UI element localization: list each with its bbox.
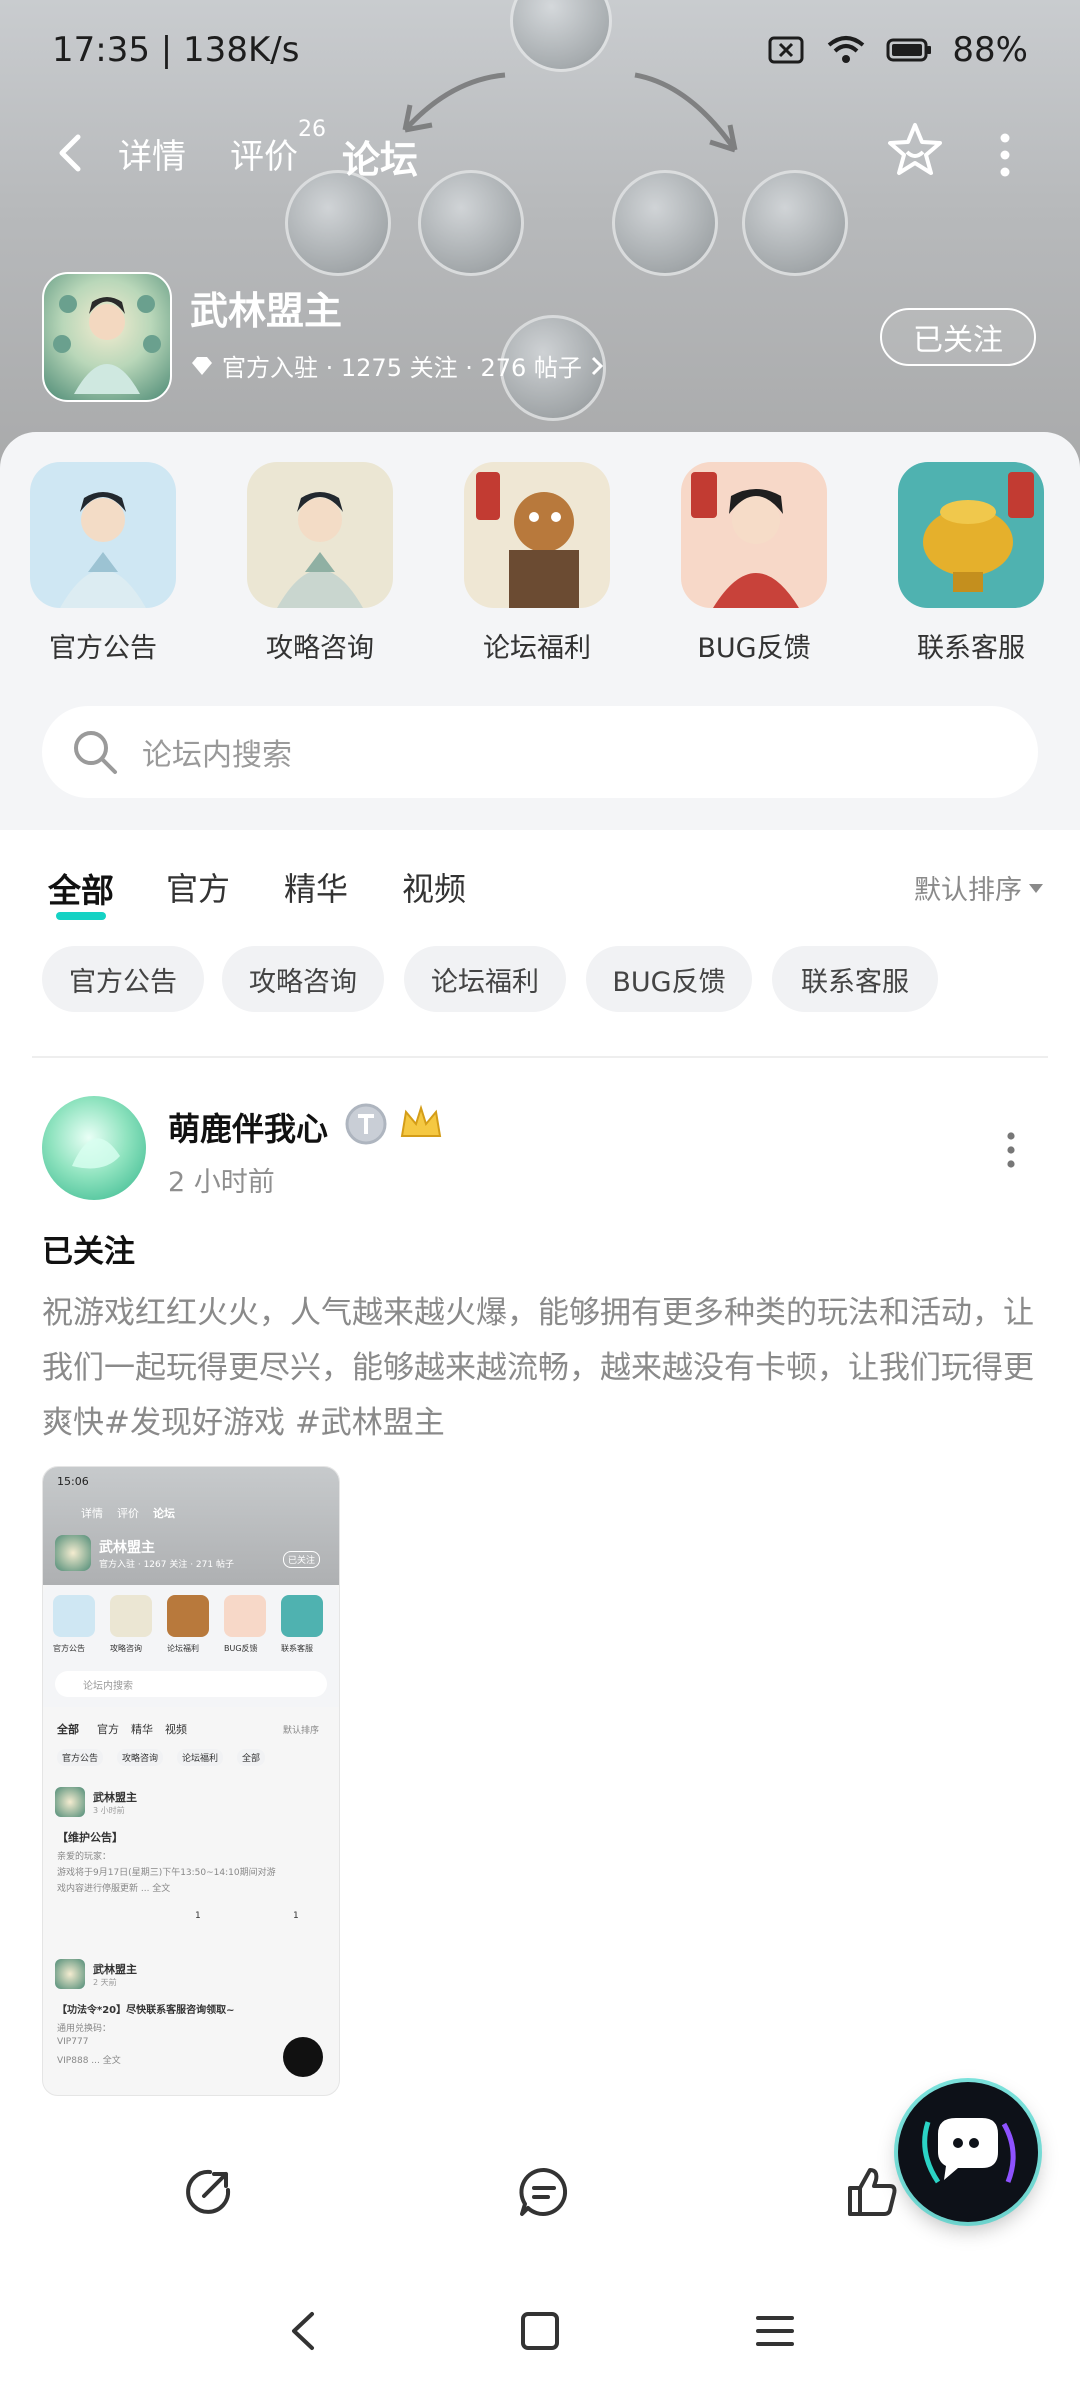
system-menu-icon[interactable] (750, 2306, 800, 2356)
post-actions (0, 2150, 1080, 2240)
filter-tab-official[interactable]: 官方 (166, 864, 230, 910)
back-arrow-icon[interactable] (52, 133, 92, 173)
search-icon (74, 731, 117, 774)
post-time: 2 小时前 (168, 1167, 275, 1198)
more-options-icon[interactable] (990, 130, 1020, 180)
game-title: 武林盟主 (190, 289, 343, 333)
chip-guides[interactable]: 攻略咨询 (222, 946, 384, 1012)
category-benefits-image (464, 462, 610, 608)
post-title[interactable]: 已关注 (42, 1226, 135, 1271)
game-meta[interactable]: 官方入驻 · 1275 关注 · 276 帖子 (190, 348, 604, 383)
status-time-speed: 17:35 | 138K/s (52, 30, 300, 70)
user-badges (344, 1102, 444, 1146)
post-image[interactable]: 15:06 详情 评价 论坛 武林盟主 官方入驻 · 1267 关注 · 271… (42, 1466, 340, 2096)
diamond-icon (192, 356, 212, 375)
level-badge-icon (345, 1103, 387, 1145)
post-more-icon[interactable] (1004, 1130, 1018, 1170)
divider (32, 1056, 1048, 1058)
chip-support[interactable]: 联系客服 (772, 946, 938, 1012)
category-panel: 官方公告 攻略咨询 论坛福利 BUG反馈 联系客服 论坛内搜索 (0, 432, 1080, 830)
comment-icon[interactable] (516, 2164, 572, 2220)
follow-button[interactable]: 已关注 (880, 308, 1036, 366)
sim-off-icon (768, 36, 804, 64)
chip-benefits[interactable]: 论坛福利 (404, 946, 566, 1012)
system-back-icon[interactable] (280, 2306, 330, 2356)
caret-down-icon (1029, 883, 1043, 893)
review-count-badge: 26 (298, 117, 326, 142)
game-logo[interactable] (42, 272, 172, 402)
sort-dropdown[interactable]: 默认排序 (914, 868, 1044, 907)
like-icon[interactable] (844, 2164, 900, 2220)
category-announcements-image (30, 462, 176, 608)
share-icon[interactable] (180, 2164, 236, 2220)
category-support[interactable]: 联系客服 (896, 462, 1046, 665)
category-bug-report-image (681, 462, 827, 608)
chevron-right-icon (591, 356, 604, 375)
tab-details[interactable]: 详情 (118, 129, 186, 178)
sort-label: 默认排序 (914, 875, 1022, 906)
filter-tabs: 全部 官方 精华 视频 默认排序 (0, 830, 1080, 940)
category-support-image (898, 462, 1044, 608)
search-placeholder: 论坛内搜索 (142, 738, 292, 773)
crown-badge-icon (400, 1104, 442, 1137)
filter-tab-video[interactable]: 视频 (402, 864, 466, 910)
system-nav-bar (0, 2262, 1080, 2400)
avatar[interactable] (42, 1096, 146, 1200)
system-home-icon[interactable] (515, 2306, 565, 2356)
filter-tab-featured[interactable]: 精华 (284, 864, 348, 910)
tab-reviews[interactable]: 评价 26 (230, 117, 326, 178)
favorite-star-icon[interactable] (885, 120, 945, 180)
category-guides-image (247, 462, 393, 608)
category-announcements[interactable]: 官方公告 (28, 462, 178, 665)
chip-announcements[interactable]: 官方公告 (42, 946, 204, 1012)
post-username[interactable]: 萌鹿伴我心 (168, 1104, 328, 1150)
category-guides[interactable]: 攻略咨询 (245, 462, 395, 665)
post-body[interactable]: 祝游戏红红火火，人气越来越火爆，能够拥有更多种类的玩法和活动，让我们一起玩得更尽… (42, 1286, 1042, 1451)
chip-bug-report[interactable]: BUG反馈 (586, 946, 752, 1012)
filter-tab-all[interactable]: 全部 (48, 864, 114, 920)
category-bug-report[interactable]: BUG反馈 (679, 462, 829, 665)
battery-percent: 88% (952, 30, 1028, 70)
game-meta-text: 官方入驻 · 1275 关注 · 276 帖子 (222, 354, 582, 382)
tab-forum[interactable]: 论坛 (342, 129, 419, 188)
wifi-icon (828, 36, 865, 63)
status-bar: 17:35 | 138K/s 88% (0, 0, 1080, 100)
battery-icon (886, 38, 932, 62)
category-benefits[interactable]: 论坛福利 (462, 462, 612, 665)
forum-search-input[interactable]: 论坛内搜索 (42, 706, 1038, 798)
